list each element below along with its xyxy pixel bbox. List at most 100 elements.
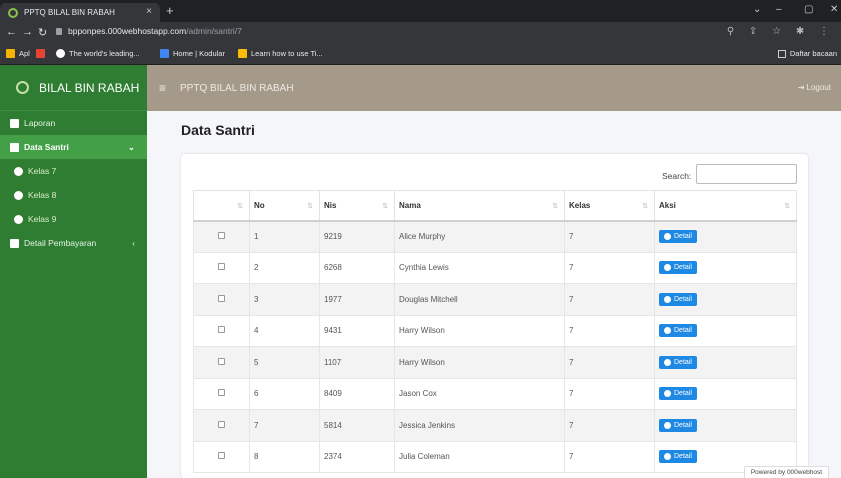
bookmark-learn[interactable]: Learn how to use Ti...	[238, 49, 323, 58]
column-header-nama[interactable]: Nama ⇅	[394, 190, 565, 222]
column-label: Aksi	[659, 200, 676, 210]
chevron-down-icon: ⌄	[127, 141, 135, 152]
detail-button[interactable]: Detail	[659, 230, 697, 243]
column-header-aksi[interactable]: Aksi ⇅	[654, 190, 797, 222]
cell-kelas: 7	[564, 409, 655, 442]
brand-logo-icon	[16, 81, 29, 94]
info-icon	[664, 421, 671, 429]
detail-label: Detail	[674, 453, 692, 461]
apps-grid-icon	[6, 49, 15, 58]
sidebar-item-kelas-8[interactable]: Kelas 8	[0, 183, 147, 207]
sidebar-item-laporan[interactable]: Laporan	[0, 111, 147, 135]
reload-icon[interactable]: ↻	[38, 26, 47, 39]
sidebar-item-detail-pembayaran[interactable]: Detail Pembayaran ‹	[0, 231, 147, 255]
bookmark-pinterest[interactable]	[36, 49, 49, 58]
table-row: 3 1977 Douglas Mitchell 7 Detail	[193, 283, 797, 316]
reading-list[interactable]: Daftar bacaan	[777, 49, 837, 58]
brand-link[interactable]: BILAL BIN RABAH	[0, 65, 147, 111]
column-label: Nis	[324, 200, 337, 210]
kodular-icon	[160, 49, 169, 58]
tab-search-icon[interactable]: ⌄	[753, 4, 761, 15]
cell-nama: Harry Wilson	[394, 346, 565, 379]
cell-no: 5	[249, 346, 320, 379]
cell-kelas: 7	[564, 346, 655, 379]
table-row: 2 6268 Cynthia Lewis 7 Detail	[193, 251, 797, 284]
detail-button[interactable]: Detail	[659, 355, 697, 369]
tab-title: PPTQ BILAL BIN RABAH	[24, 8, 115, 17]
detail-button[interactable]: Detail	[659, 261, 697, 275]
column-header-nis[interactable]: Nis ⇅	[319, 190, 395, 222]
row-checkbox[interactable]	[218, 389, 225, 397]
cell-no: 2	[249, 251, 320, 284]
new-tab-button[interactable]: +	[166, 3, 174, 18]
forward-icon[interactable]: →	[22, 26, 33, 38]
table-row: 5 1107 Harry Wilson 7 Detail	[193, 346, 797, 379]
row-checkbox[interactable]	[218, 294, 225, 302]
row-checkbox[interactable]	[218, 357, 225, 365]
row-select-cell[interactable]	[193, 440, 250, 473]
browser-toolbar-icons[interactable]: ⚲ ⇪ ☆ ✱ ⋮	[727, 26, 835, 37]
detail-label: Detail	[674, 421, 692, 429]
github-icon	[56, 49, 65, 58]
row-checkbox[interactable]	[218, 326, 225, 334]
info-icon	[664, 264, 671, 272]
row-select-cell[interactable]	[193, 251, 250, 284]
sidebar-item-data-santri[interactable]: Data Santri ⌄	[0, 135, 147, 159]
detail-button[interactable]: Detail	[659, 292, 697, 306]
select-column-header[interactable]: ⇅	[193, 190, 250, 222]
cell-aksi: Detail	[654, 251, 797, 284]
tab-close-icon[interactable]: ×	[146, 6, 152, 17]
search-input[interactable]	[696, 164, 797, 184]
table-row: 4 9431 Harry Wilson 7 Detail	[193, 314, 797, 347]
detail-button[interactable]: Detail	[659, 418, 697, 432]
minimize-icon[interactable]: –	[776, 4, 782, 15]
sidebar-item-label: Kelas 7	[28, 166, 57, 176]
sidebar-item-kelas-7[interactable]: Kelas 7	[0, 159, 147, 183]
url-field[interactable]: bpponpes.000webhostapp.com/admin/santri/…	[56, 26, 242, 36]
row-select-cell[interactable]	[193, 314, 250, 347]
bookmark-apps[interactable]: Apl	[6, 49, 30, 58]
sort-icon: ⇅	[382, 203, 388, 210]
browser-tab[interactable]: PPTQ BILAL BIN RABAH ×	[0, 3, 160, 22]
powered-by-badge[interactable]: Powered by 000webhost	[743, 466, 829, 478]
column-header-kelas[interactable]: Kelas ⇅	[564, 190, 655, 222]
trello-icon	[238, 49, 247, 58]
detail-button[interactable]: Detail	[659, 450, 697, 464]
row-select-cell[interactable]	[193, 283, 250, 316]
back-icon[interactable]: ←	[6, 26, 17, 38]
row-checkbox[interactable]	[218, 420, 225, 428]
detail-button[interactable]: Detail	[659, 324, 697, 338]
detail-button[interactable]: Detail	[659, 387, 697, 401]
info-icon	[664, 295, 671, 303]
row-select-cell[interactable]	[193, 377, 250, 410]
reading-list-label: Daftar bacaan	[789, 49, 837, 58]
chevron-left-icon: ‹	[132, 238, 135, 248]
detail-label: Detail	[674, 390, 692, 398]
column-header-no[interactable]: No ⇅	[249, 190, 320, 222]
row-select-cell[interactable]	[193, 409, 250, 442]
sidebar-item-label: Laporan	[24, 118, 56, 128]
cell-kelas: 7	[564, 440, 655, 473]
cell-nama: Jessica Jenkins	[394, 409, 565, 442]
menu-toggle-icon[interactable]: ≡	[159, 81, 166, 95]
row-checkbox[interactable]	[218, 232, 225, 239]
logout-label: Logout	[806, 83, 831, 92]
logout-link[interactable]: ⇥ Logout	[798, 83, 831, 92]
browser-tab-bar: PPTQ BILAL BIN RABAH × + ⌄ – ▢ ✕	[0, 0, 841, 22]
detail-label: Detail	[674, 295, 692, 303]
row-select-cell[interactable]	[193, 346, 250, 379]
sidebar-item-kelas-9[interactable]: Kelas 9	[0, 207, 147, 231]
maximize-icon[interactable]: ▢	[804, 4, 813, 15]
row-select-cell[interactable]	[193, 220, 250, 253]
app-title: PPTQ BILAL BIN RABAH	[180, 82, 294, 94]
close-window-icon[interactable]: ✕	[830, 4, 838, 15]
bookmark-github[interactable]: The world's leading...	[56, 49, 140, 58]
row-checkbox[interactable]	[218, 452, 225, 460]
brand-text: BILAL BIN RABAH	[39, 80, 140, 95]
row-checkbox[interactable]	[218, 263, 225, 271]
cell-aksi: Detail	[654, 409, 797, 442]
address-bar: ← → ↻ bpponpes.000webhostapp.com/admin/s…	[0, 22, 841, 44]
cell-aksi: Detail	[654, 377, 797, 410]
user-circle-icon	[14, 190, 23, 200]
bookmark-kodular[interactable]: Home | Kodular	[160, 49, 225, 58]
